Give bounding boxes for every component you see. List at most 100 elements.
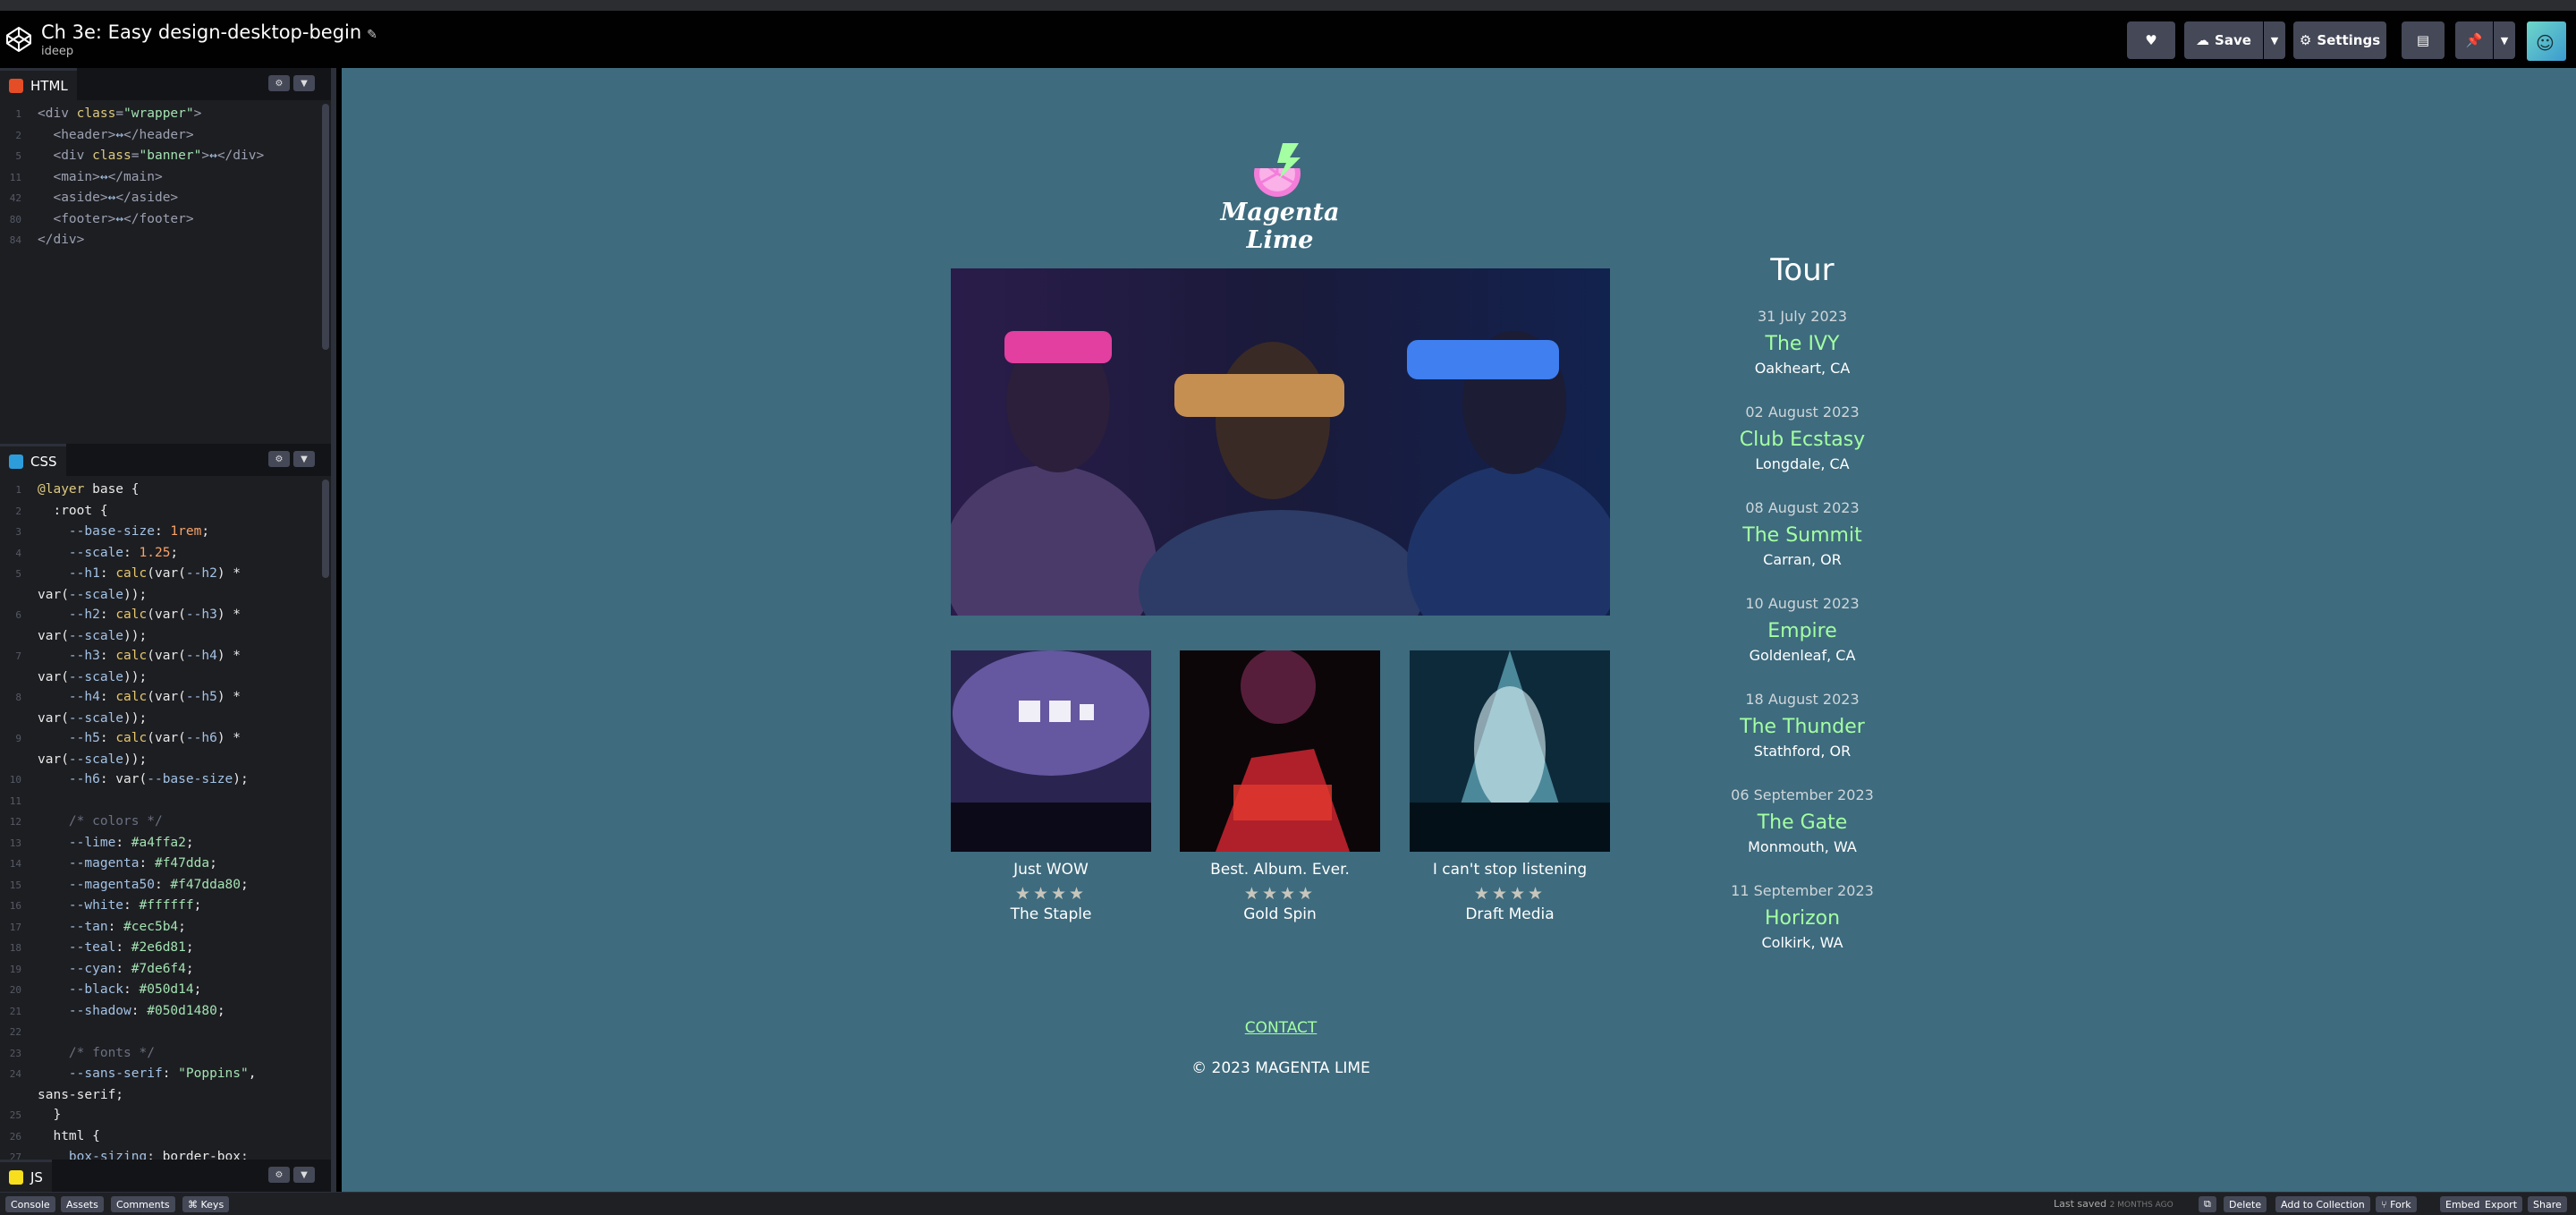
code-line[interactable]: 21 --shadow: #050d1480; — [0, 1001, 320, 1023]
code-line[interactable]: 16 --white: #ffffff; — [0, 896, 320, 917]
magenta-lime-logo-icon[interactable] — [1250, 141, 1309, 200]
code-line[interactable]: var(--scale)); — [0, 709, 320, 729]
code-line[interactable]: 18 --teal: #2e6d81; — [0, 938, 320, 959]
code-token: : border-box; — [147, 1150, 249, 1160]
code-line[interactable]: 5 --h1: calc(var(--h2) * — [0, 564, 320, 585]
html-scrollbar[interactable] — [322, 104, 329, 350]
code-line[interactable]: 2 :root { — [0, 501, 320, 523]
code-line[interactable]: 7 --h3: calc(var(--h4) * — [0, 646, 320, 667]
code-line[interactable]: 15 --magenta50: #f47dda80; — [0, 875, 320, 896]
line-number: 14 — [9, 858, 21, 870]
code-token: ↔ — [115, 211, 124, 226]
pencil-icon[interactable]: ✎ — [367, 28, 377, 42]
code-line[interactable]: 13 --lime: #a4ffa2; — [0, 833, 320, 854]
code-line[interactable]: 17 --tan: #cec5b4; — [0, 917, 320, 939]
code-line[interactable]: 22 — [0, 1022, 320, 1043]
album-cover[interactable] — [1180, 650, 1380, 852]
assets-button[interactable]: Assets — [61, 1196, 104, 1212]
code-token: #ffffff — [139, 898, 194, 913]
code-line[interactable]: 20 --black: #050d14; — [0, 980, 320, 1001]
album-cover[interactable] — [1410, 650, 1610, 852]
tour-date: 02 August 2023 — [1745, 404, 1860, 421]
heart-button[interactable]: ♥ — [2127, 21, 2175, 59]
editor-column: HTML ⚙ ▼ 1 <div class="wrapper"> 2 <header… — [0, 68, 336, 1192]
code-line[interactable]: 4 --scale: 1.25; — [0, 543, 320, 565]
album-cover[interactable] — [951, 650, 1151, 852]
user-avatar[interactable]: ☺ — [2527, 21, 2566, 61]
code-line[interactable]: 1 <div class="wrapper"> — [0, 104, 320, 125]
tab-html[interactable]: HTML — [0, 68, 77, 100]
code-token: : — [107, 919, 124, 934]
html-settings-gear-icon[interactable]: ⚙ — [268, 75, 290, 91]
code-line[interactable]: 26 html { — [0, 1126, 320, 1148]
tour-city: Colkirk, WA — [1761, 934, 1843, 951]
album-card[interactable]: I can't stop listening ★★★★ Draft Media — [1410, 650, 1610, 923]
code-line[interactable]: 5 <div class="banner">↔</div> — [0, 146, 320, 167]
code-line[interactable]: 11 — [0, 791, 320, 812]
save-button[interactable]: ☁ Save — [2184, 21, 2263, 59]
code-line[interactable]: 23 /* fonts */ — [0, 1043, 320, 1065]
code-line[interactable]: 10 --h6: var(--base-size); — [0, 769, 320, 791]
code-line[interactable]: 12 /* colors */ — [0, 811, 320, 833]
code-line[interactable]: 8 --h4: calc(var(--h5) * — [0, 687, 320, 709]
pen-author[interactable]: ideep — [41, 45, 73, 58]
html-collapse-chevron-icon[interactable]: ▼ — [293, 75, 315, 91]
pin-button[interactable]: 📌 — [2455, 21, 2493, 59]
code-line[interactable]: 24 --sans-serif: "Poppins", — [0, 1064, 320, 1085]
keys-button[interactable]: ⌘ Keys — [182, 1196, 230, 1212]
share-button[interactable]: Share — [2528, 1196, 2567, 1212]
code-line[interactable]: var(--scale)); — [0, 626, 320, 647]
save-dropdown-button[interactable]: ▼ — [2264, 21, 2285, 59]
css-scrollbar[interactable] — [322, 480, 329, 578]
tab-js[interactable]: JS — [0, 1160, 52, 1192]
code-line[interactable]: var(--scale)); — [0, 585, 320, 606]
album-cover-image — [1180, 650, 1380, 852]
code-line[interactable]: 9 --h5: calc(var(--h6) * — [0, 728, 320, 750]
contact-link[interactable]: CONTACT — [1218, 1019, 1343, 1037]
code-line[interactable]: 19 --cyan: #7de6f4; — [0, 959, 320, 981]
fork-button[interactable]: ⑂ Fork — [2376, 1196, 2417, 1212]
pen-title[interactable]: Ch 3e: Easy design-desktop-begin ✎ — [41, 21, 377, 43]
album-caption: I can't stop listening — [1432, 861, 1588, 879]
code-line[interactable]: sans-serif; — [0, 1085, 320, 1106]
tab-css[interactable]: CSS — [0, 444, 66, 476]
code-line[interactable]: 80 <footer>↔</footer> — [0, 209, 320, 231]
code-token: --h2 — [38, 608, 100, 622]
change-view-button[interactable]: ▤ — [2402, 21, 2445, 59]
code-line[interactable]: 6 --h2: calc(var(--h3) * — [0, 605, 320, 626]
settings-button[interactable]: ⚙ Settings — [2293, 21, 2386, 59]
album-card[interactable]: Just WOW ★★★★ The Staple — [951, 650, 1151, 923]
code-line[interactable]: 11 <main>↔</main> — [0, 167, 320, 189]
codepen-logo-icon[interactable] — [5, 26, 32, 53]
code-line[interactable]: 14 --magenta: #f47dda; — [0, 854, 320, 875]
export-button[interactable]: Export — [2479, 1196, 2523, 1212]
code-line[interactable]: var(--scale)); — [0, 667, 320, 688]
line-number: 21 — [9, 1005, 21, 1017]
css-settings-gear-icon[interactable]: ⚙ — [268, 451, 290, 467]
css-code-editor[interactable]: 1 @layer base {2 :root {3 --base-size: 1r… — [0, 480, 320, 1160]
html-code-editor[interactable]: 1 <div class="wrapper"> 2 <header>↔</heade… — [0, 104, 320, 251]
js-collapse-chevron-icon[interactable]: ▼ — [293, 1167, 315, 1183]
band-hero-image — [951, 268, 1610, 616]
code-line[interactable]: 25 } — [0, 1105, 320, 1126]
brand-name[interactable]: Magenta Lime — [1206, 199, 1354, 254]
open-external-icon[interactable]: ⧉ — [2199, 1196, 2216, 1212]
code-token: )); — [123, 628, 148, 643]
code-line[interactable]: 84 </div> — [0, 230, 320, 251]
css-collapse-chevron-icon[interactable]: ▼ — [293, 451, 315, 467]
code-line[interactable]: 27 box-sizing: border-box; — [0, 1147, 320, 1160]
delete-button[interactable]: Delete — [2224, 1196, 2267, 1212]
js-settings-gear-icon[interactable]: ⚙ — [268, 1167, 290, 1183]
code-line[interactable]: 42 <aside>↔</aside> — [0, 188, 320, 209]
comments-button[interactable]: Comments — [111, 1196, 175, 1212]
pen-title-text[interactable]: Ch 3e: Easy design-desktop-begin — [41, 21, 361, 43]
code-line[interactable]: 3 --base-size: 1rem; — [0, 522, 320, 543]
code-line[interactable]: 2 <header>↔</header> — [0, 125, 320, 147]
code-line[interactable]: var(--scale)); — [0, 750, 320, 770]
console-button[interactable]: Console — [5, 1196, 55, 1212]
code-line[interactable]: 1 @layer base { — [0, 480, 320, 501]
album-card[interactable]: Best. Album. Ever. ★★★★ Gold Spin — [1180, 650, 1380, 923]
embed-button[interactable]: Embed — [2440, 1196, 2486, 1212]
add-to-collection-button[interactable]: Add to Collection — [2275, 1196, 2370, 1212]
pin-dropdown-button[interactable]: ▼ — [2494, 21, 2515, 59]
